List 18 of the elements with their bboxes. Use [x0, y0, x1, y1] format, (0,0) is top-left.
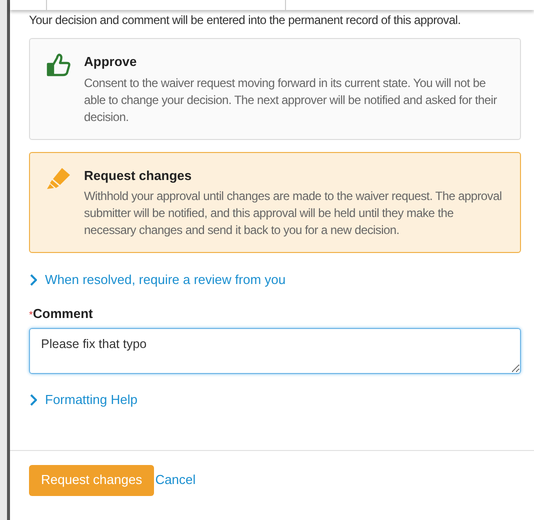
decision-option[interactable]: Approve Consent to the waiver request moving forward in its current state. You will not be able to change your decision. The next approver will be notified and asked for their decision.: [29, 38, 521, 140]
chevron-right-icon: [29, 394, 37, 406]
request-changes-button[interactable]: Request changes: [29, 464, 154, 496]
thumbs-up-icon: [46, 52, 72, 78]
option-title: Request changes: [84, 166, 193, 185]
cancel-link[interactable]: Cancel: [155, 470, 196, 490]
comment-field[interactable]: Please fix that typo: [29, 328, 521, 374]
option-description: Consent to the waiver request moving forward in its current state. You will not be able to change your decision. The next approver will be notified and asked for their decision.: [84, 74, 498, 126]
review-toggle[interactable]: When resolved, require a review from you: [29, 270, 286, 290]
required-mark: *: [29, 308, 33, 322]
chevron-right-icon: [29, 274, 37, 286]
highlighter-icon: [46, 166, 72, 192]
option-description: Withhold your approval until changes are made to the waiver request. The approval submitter will be notified, and this approval will be held until they make the necessary changes and send it back to you for a new decision.: [84, 188, 503, 239]
option-title: Approve: [84, 53, 138, 71]
formatting-help-toggle[interactable]: Formatting Help: [29, 390, 138, 410]
notice-text: Your decision and comment will be entered into the permanent record of this approval.: [29, 12, 462, 28]
comment-label: Comment: [32, 304, 93, 322]
decision-option[interactable]: [29, 152, 521, 253]
